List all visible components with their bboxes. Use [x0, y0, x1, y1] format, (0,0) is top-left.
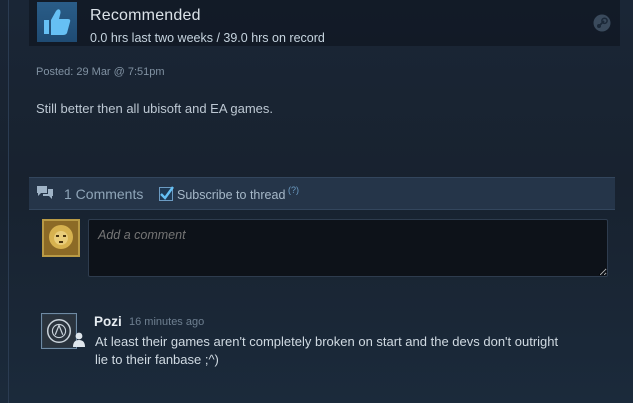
comment-author[interactable]: Pozi: [94, 314, 122, 329]
commenter-avatar[interactable]: [41, 313, 77, 349]
comments-count[interactable]: 1 Comments: [64, 186, 143, 202]
thumbs-up-icon: [37, 2, 77, 42]
comments-bar: 1 Comments Subscribe to thread (?): [29, 177, 615, 210]
review-text: Still better then all ubisoft and EA gam…: [36, 101, 274, 116]
lion-avatar-icon: [44, 221, 78, 255]
review-header: Recommended 0.0 hrs last two weeks / 39.…: [29, 0, 620, 46]
comment-input[interactable]: [88, 219, 608, 277]
left-divider: [8, 0, 9, 403]
review-page: Recommended 0.0 hrs last two weeks / 39.…: [0, 0, 633, 403]
speech-bubbles-icon: [37, 186, 53, 199]
posted-date: Posted: 29 Mar @ 7:51pm: [36, 66, 165, 78]
my-avatar[interactable]: [42, 219, 80, 257]
person-icon: [73, 332, 85, 347]
steam-icon[interactable]: [593, 14, 611, 32]
comment-timestamp: 16 minutes ago: [129, 316, 205, 328]
subscribe-label[interactable]: Subscribe to thread: [177, 188, 285, 202]
subscribe-checkbox[interactable]: [159, 186, 174, 201]
hours-on-record: 0.0 hrs last two weeks / 39.0 hrs on rec…: [90, 31, 325, 45]
subscribe-help-link[interactable]: (?): [288, 185, 299, 195]
emblem-avatar-icon: [43, 315, 75, 347]
check-icon: [160, 186, 174, 200]
review-verdict: Recommended: [90, 7, 201, 24]
comment-text: At least their games aren't completely b…: [95, 334, 559, 367]
